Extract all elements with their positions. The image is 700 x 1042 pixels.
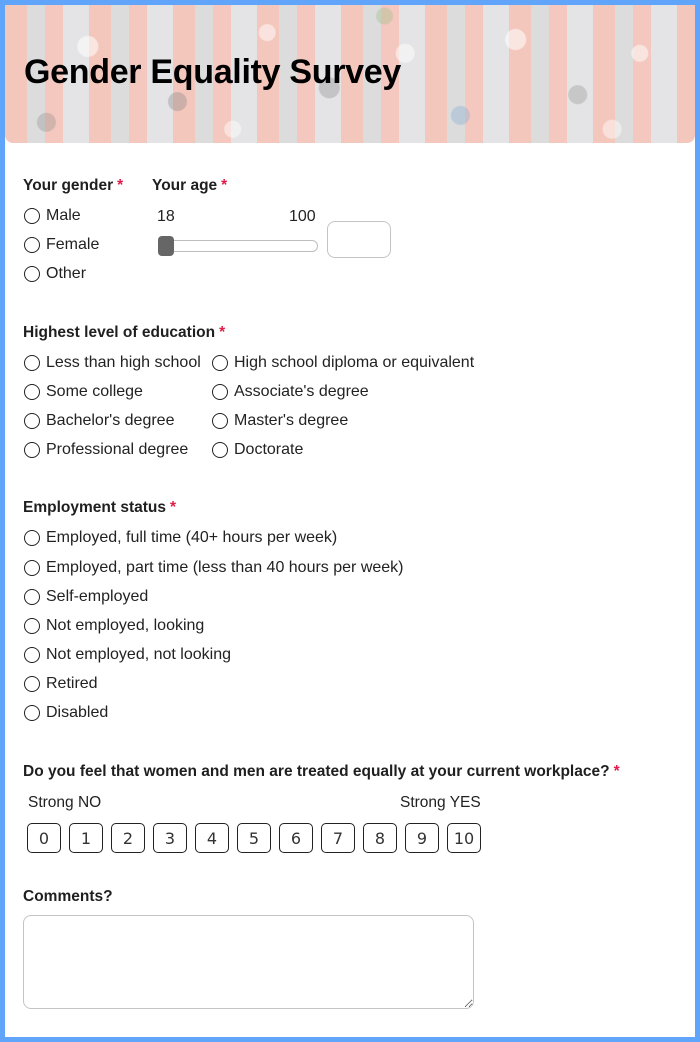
gender-option-other[interactable]: Other [24, 265, 86, 283]
radio-button[interactable] [24, 589, 40, 605]
option-label: Some college [46, 383, 143, 400]
employment-option-disabled[interactable]: Disabled [24, 704, 108, 722]
age-input[interactable] [327, 221, 391, 258]
option-label: Less than high school [46, 354, 201, 371]
gender-option-male[interactable]: Male [24, 207, 81, 225]
option-label: Other [46, 265, 87, 282]
option-label: Employed, full time (40+ hours per week) [46, 529, 338, 546]
education-option-less-than-high-school[interactable]: Less than high school [24, 354, 201, 372]
age-min-label: 18 [157, 208, 175, 225]
education-option-some-college[interactable]: Some college [24, 383, 143, 401]
radio-button[interactable] [24, 676, 40, 692]
age-slider-track[interactable] [158, 240, 318, 252]
employment-question-label: Employment status * [23, 499, 176, 517]
rating-option-5[interactable]: 5 [237, 823, 271, 853]
age-slider-thumb[interactable] [158, 236, 174, 256]
equality-label-text: Do you feel that women and men are treat… [23, 763, 610, 780]
option-label: Female [46, 236, 100, 253]
gender-option-female[interactable]: Female [24, 236, 99, 254]
rating-option-9[interactable]: 9 [405, 823, 439, 853]
comments-question-label: Comments? [23, 888, 113, 906]
option-label: Employed, part time (less than 40 hours … [46, 559, 404, 576]
gender-label-text: Your gender [23, 177, 114, 194]
option-label: Not employed, looking [46, 617, 205, 634]
radio-button[interactable] [212, 442, 228, 458]
option-label: Associate's degree [234, 383, 369, 400]
comments-label-text: Comments? [23, 888, 113, 905]
rating-option-2[interactable]: 2 [111, 823, 145, 853]
education-option-bachelors[interactable]: Bachelor's degree [24, 412, 174, 430]
radio-button[interactable] [24, 530, 40, 546]
equality-question-label: Do you feel that women and men are treat… [23, 763, 620, 781]
rating-option-6[interactable]: 6 [279, 823, 313, 853]
radio-button[interactable] [24, 384, 40, 400]
survey-form: Gender Equality Survey Your gender * Male… [5, 5, 695, 1037]
education-question-label: Highest level of education * [23, 324, 225, 342]
education-option-high-school[interactable]: High school diploma or equivalent [212, 354, 474, 372]
rating-option-7[interactable]: 7 [321, 823, 355, 853]
radio-button[interactable] [24, 442, 40, 458]
option-label: High school diploma or equivalent [234, 354, 475, 371]
rating-option-3[interactable]: 3 [153, 823, 187, 853]
radio-button[interactable] [24, 355, 40, 371]
option-label: Self-employed [46, 588, 149, 605]
rating-option-4[interactable]: 4 [195, 823, 229, 853]
header-banner-image: Gender Equality Survey [5, 5, 695, 143]
option-label: Retired [46, 675, 98, 692]
rating-option-8[interactable]: 8 [363, 823, 397, 853]
employment-option-not-employed-not-looking[interactable]: Not employed, not looking [24, 646, 231, 664]
age-label-text: Your age [152, 177, 218, 194]
employment-option-full-time[interactable]: Employed, full time (40+ hours per week) [24, 529, 337, 547]
employment-option-part-time[interactable]: Employed, part time (less than 40 hours … [24, 559, 404, 577]
education-option-doctorate[interactable]: Doctorate [212, 441, 303, 459]
age-question-label: Your age * [152, 177, 227, 195]
option-label: Doctorate [234, 441, 304, 458]
employment-option-retired[interactable]: Retired [24, 675, 98, 693]
employment-option-not-employed-looking[interactable]: Not employed, looking [24, 617, 204, 635]
education-option-masters[interactable]: Master's degree [212, 412, 348, 430]
radio-button[interactable] [24, 705, 40, 721]
radio-button[interactable] [24, 208, 40, 224]
scale-high-label: Strong YES [400, 794, 481, 811]
radio-button[interactable] [212, 355, 228, 371]
required-asterisk: * [117, 177, 124, 194]
comments-textarea[interactable] [23, 915, 474, 1009]
radio-button[interactable] [212, 384, 228, 400]
option-label: Not employed, not looking [46, 646, 231, 663]
required-asterisk: * [169, 499, 177, 516]
radio-button[interactable] [24, 618, 40, 634]
page-title: Gender Equality Survey [24, 53, 401, 91]
radio-button[interactable] [24, 237, 40, 253]
age-max-label: 100 [289, 208, 316, 225]
option-label: Male [46, 207, 81, 224]
radio-button[interactable] [24, 266, 40, 282]
required-asterisk: * [613, 763, 620, 780]
required-asterisk: * [219, 324, 226, 341]
employment-option-self-employed[interactable]: Self-employed [24, 588, 148, 606]
scale-low-label: Strong NO [28, 794, 102, 811]
radio-button[interactable] [24, 647, 40, 663]
option-label: Professional degree [46, 441, 189, 458]
option-label: Bachelor's degree [46, 412, 175, 429]
option-label: Disabled [46, 704, 109, 721]
rating-option-10[interactable]: 10 [447, 823, 481, 853]
rating-option-1[interactable]: 1 [69, 823, 103, 853]
rating-option-0[interactable]: 0 [27, 823, 61, 853]
radio-button[interactable] [24, 413, 40, 429]
gender-question-label: Your gender * [23, 177, 123, 195]
radio-button[interactable] [24, 560, 40, 576]
education-option-associates[interactable]: Associate's degree [212, 383, 369, 401]
education-option-professional[interactable]: Professional degree [24, 441, 188, 459]
required-asterisk: * [221, 177, 228, 194]
radio-button[interactable] [212, 413, 228, 429]
education-label-text: Highest level of education [23, 324, 216, 341]
option-label: Master's degree [234, 412, 349, 429]
employment-label-text: Employment status [23, 499, 166, 516]
